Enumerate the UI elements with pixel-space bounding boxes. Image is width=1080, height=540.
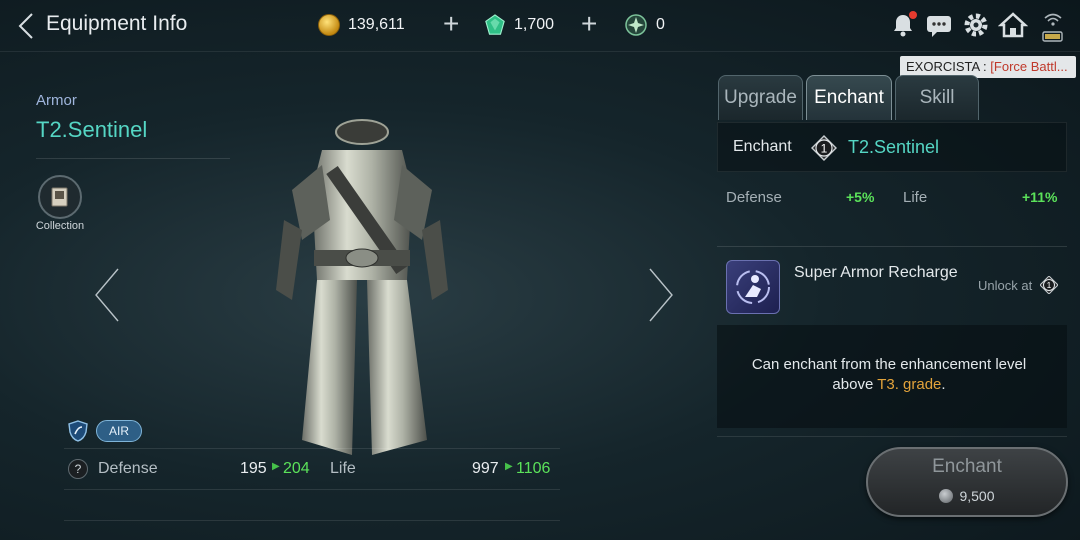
- enchant-note-line2: above T3. grade.: [717, 376, 1061, 393]
- enchant-note-line1: Can enchant from the enhancement level: [751, 356, 1027, 373]
- enchant-cost: 9,500: [866, 488, 1068, 504]
- defense-label: Defense: [98, 460, 158, 477]
- collection-button[interactable]: [38, 175, 82, 219]
- book-icon: [51, 187, 68, 207]
- wifi-battery-icon: [1042, 13, 1063, 42]
- seal-icon: [625, 14, 647, 36]
- enchant-button-label: Enchant: [932, 456, 1002, 477]
- bonus-life-value: +11%: [1022, 189, 1058, 205]
- life-current: 997: [472, 460, 499, 477]
- chevron-left-icon: [18, 13, 33, 39]
- gem-icon: [485, 14, 505, 35]
- ticker-message: [Force Battl...: [990, 59, 1068, 74]
- previous-item-arrow[interactable]: [92, 265, 122, 325]
- super-armor-icon: [736, 270, 770, 304]
- unlock-level-icon: 1: [1040, 276, 1058, 294]
- divider: [717, 436, 1067, 437]
- life-label: Life: [330, 460, 356, 477]
- ticker-speaker: EXORCISTA :: [906, 59, 991, 74]
- gem-amount: 1,700: [514, 16, 555, 33]
- seal-currency: 0: [624, 10, 665, 40]
- unlock-level: 1: [1047, 280, 1052, 290]
- silver-coin-icon: [939, 489, 954, 503]
- chevron-left-icon: [95, 268, 119, 322]
- enchant-level: 1: [821, 142, 828, 156]
- connection-status: [1040, 10, 1066, 42]
- gem-currency: 1,700: [484, 10, 554, 40]
- enchant-level-icon: 1: [811, 135, 837, 161]
- item-type: Armor: [36, 92, 77, 109]
- collection-label: Collection: [35, 220, 85, 232]
- life-next: 1106: [516, 460, 551, 477]
- cost-amount: 9,500: [959, 488, 995, 504]
- settings-button[interactable]: [961, 10, 991, 40]
- add-gold-button[interactable]: +: [443, 10, 459, 38]
- add-gems-button[interactable]: +: [581, 10, 597, 38]
- tab-enchant[interactable]: Enchant: [806, 75, 892, 120]
- required-grade: T3. grade: [877, 376, 942, 393]
- defense-next: 204: [283, 460, 310, 477]
- back-button[interactable]: [14, 10, 40, 42]
- divider: [717, 246, 1067, 247]
- gold-coin-icon: [318, 14, 340, 36]
- increase-arrow-icon: ▶: [272, 461, 280, 472]
- seal-amount: 0: [656, 16, 665, 33]
- note-prefix: above: [832, 376, 878, 393]
- tab-skill[interactable]: Skill: [895, 75, 979, 120]
- armor-preview-image: [276, 119, 448, 455]
- increase-arrow-icon: ▶: [505, 461, 513, 472]
- gold-amount: 139,611: [348, 16, 405, 33]
- divider: [36, 158, 230, 159]
- home-icon: [997, 12, 1029, 38]
- defense-current: 195: [240, 460, 267, 477]
- chevron-right-icon: [649, 268, 673, 322]
- page-title: Equipment Info: [46, 12, 188, 35]
- skill-icon[interactable]: [726, 260, 780, 314]
- skill-name: Super Armor Recharge: [794, 264, 958, 281]
- gold-currency: 139,611: [318, 10, 405, 40]
- unlock-label: Unlock at: [978, 278, 1033, 293]
- enchant-item-name: T2.Sentinel: [848, 137, 940, 157]
- bonus-defense-label: Defense: [726, 189, 782, 206]
- home-button[interactable]: [997, 10, 1029, 40]
- next-item-arrow[interactable]: [646, 265, 676, 325]
- bonus-life-label: Life: [903, 189, 928, 206]
- notification-button[interactable]: [888, 10, 918, 40]
- divider: [64, 520, 560, 521]
- gear-icon: [964, 13, 988, 37]
- shield-icon: [68, 420, 88, 442]
- note-suffix: .: [941, 376, 946, 393]
- chat-icon: [927, 16, 951, 37]
- chat-button[interactable]: [924, 10, 954, 40]
- enchant-label: Enchant: [733, 138, 792, 155]
- bonus-defense-value: +5%: [846, 189, 875, 205]
- notification-dot: [909, 11, 917, 19]
- help-icon[interactable]: ?: [68, 459, 88, 479]
- tab-upgrade[interactable]: Upgrade: [718, 75, 803, 120]
- element-badge: AIR: [96, 420, 143, 442]
- item-name: T2.Sentinel: [36, 117, 148, 142]
